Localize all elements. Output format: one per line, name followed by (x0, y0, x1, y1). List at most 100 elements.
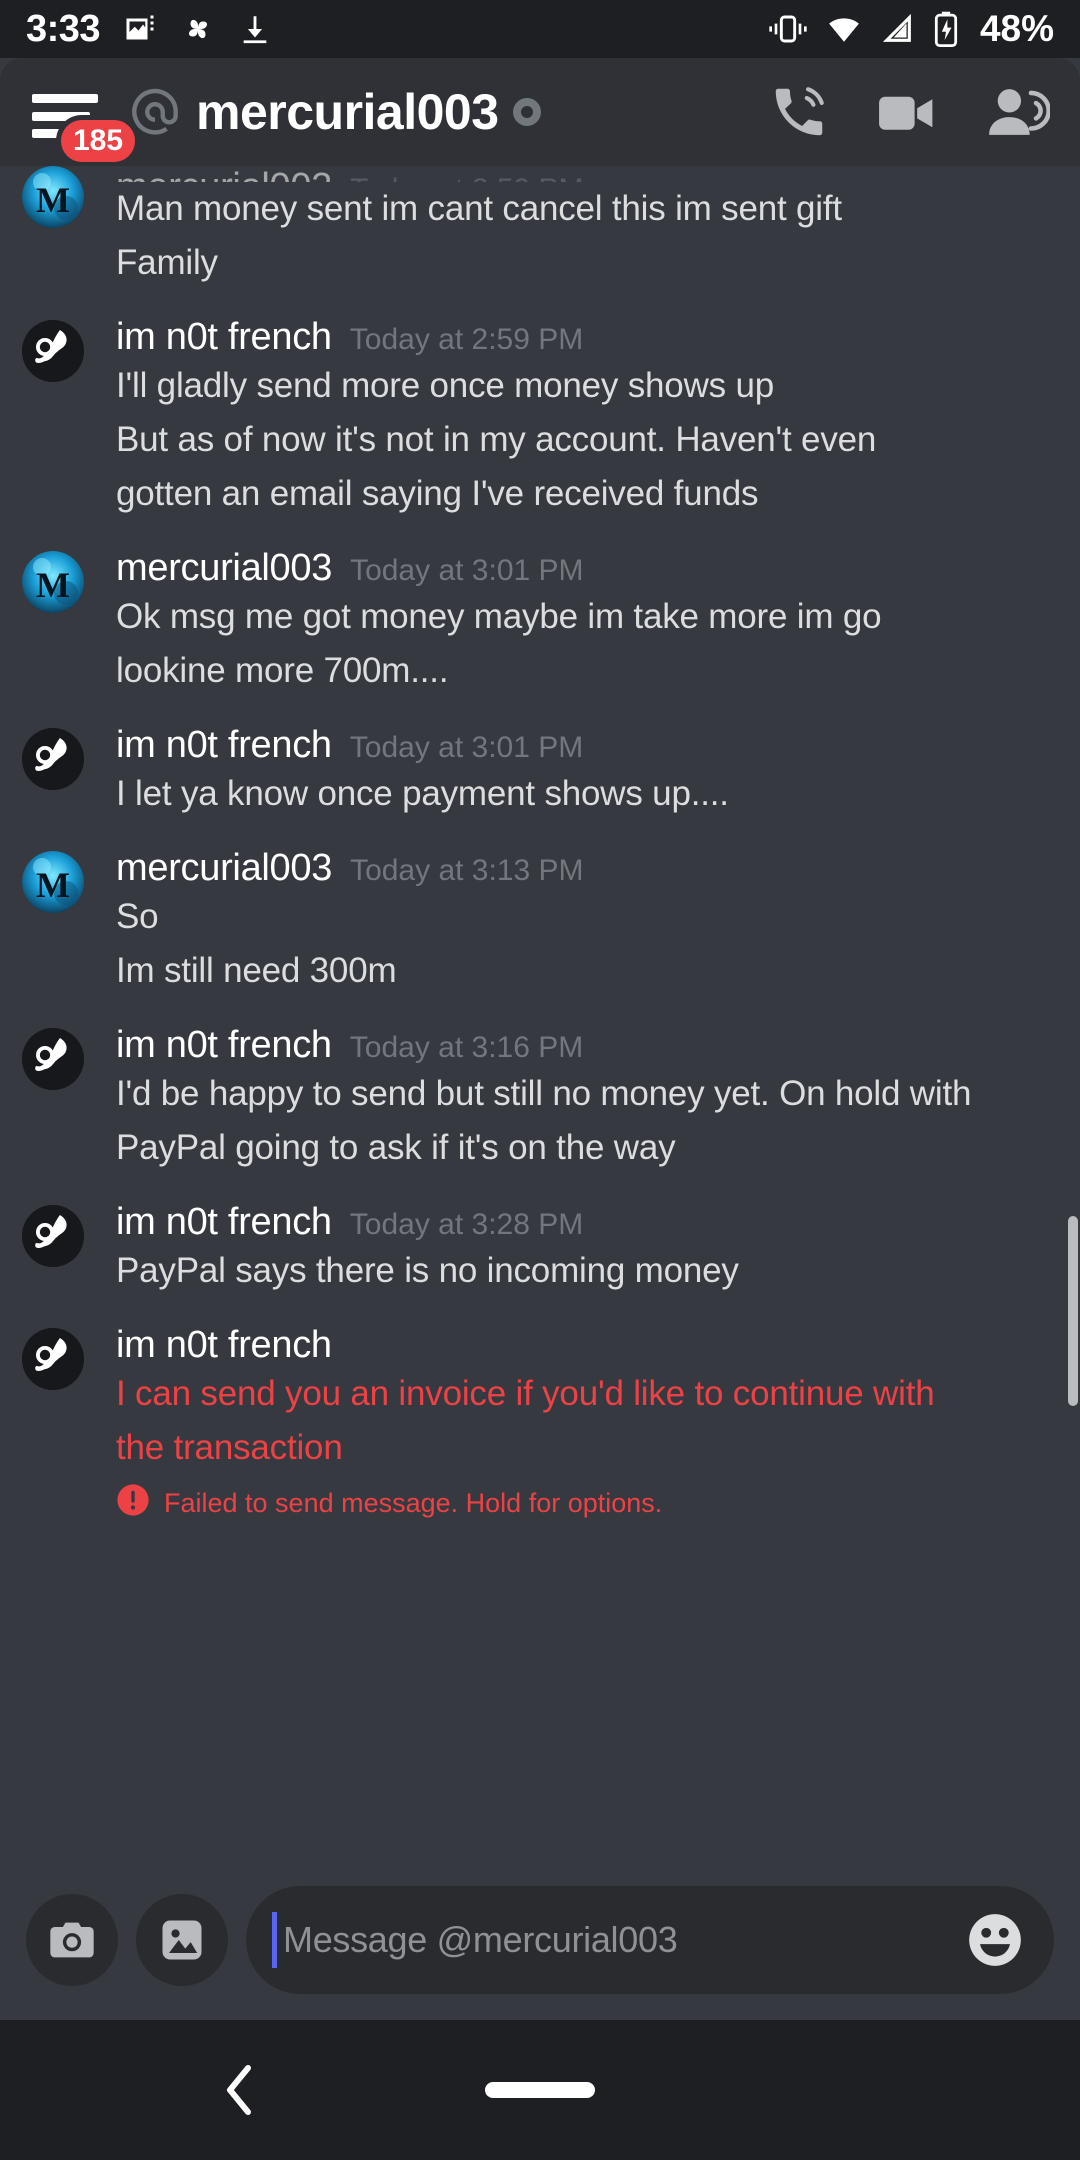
pinwheel-icon (180, 11, 216, 47)
message-text-line: PayPal says there is no incoming money (116, 1251, 739, 1290)
message-item[interactable]: im n0t french Today at 3:01 PM I let ya kn… (0, 698, 1080, 821)
message-author[interactable]: mercurial003 (116, 166, 332, 182)
vibrate-icon (768, 12, 808, 46)
wifi-icon (824, 12, 864, 46)
status-bar-notification-icons (122, 11, 272, 47)
camera-button[interactable] (26, 1894, 118, 1986)
message-header: mercurial003 Today at 2:59 PM (116, 166, 1052, 182)
french-avatar[interactable] (22, 1028, 84, 1090)
message-input[interactable]: Message @mercurial003 (246, 1886, 1054, 1994)
message-text-line: Ok msg me got money maybe im take more i… (116, 597, 882, 636)
message-header: im n0t french Today at 2:59 PM (116, 316, 1052, 359)
french-avatar[interactable] (22, 320, 84, 382)
message-text-line: But as of now it's not in my account. Ha… (116, 420, 877, 459)
svg-text:M: M (36, 180, 70, 220)
message-header: im n0t french (116, 1324, 1052, 1367)
message-text-line: I'll gladly send more once money shows u… (116, 366, 774, 405)
mercurial-avatar[interactable]: M (22, 851, 84, 913)
message-header: im n0t french Today at 3:16 PM (116, 1024, 1052, 1067)
message-header: mercurial003 Today at 3:01 PM (116, 547, 1052, 590)
message-body: mercurial003 Today at 2:59 PM Man money se… (116, 166, 1052, 290)
android-status-bar: 3:33 48% (0, 0, 1080, 58)
discord-dm-screen: 3:33 48% 185 mercurial003 M Man money se… (0, 0, 1080, 2160)
message-text-line: So (116, 897, 159, 936)
battery-charging-icon (932, 11, 960, 47)
download-icon (238, 11, 272, 47)
message-item[interactable]: im n0t french Today at 2:59 PM I'll gladly… (0, 290, 1080, 521)
message-text-line: I can send you an invoice if you'd like … (116, 1374, 935, 1413)
message-header: im n0t french Today at 3:01 PM (116, 724, 1052, 767)
message-input-placeholder: Message @mercurial003 (283, 1919, 678, 1960)
message-author[interactable]: im n0t french (116, 1024, 332, 1067)
message-item[interactable]: Mmercurial003 Today at 3:13 PM So Im still … (0, 821, 1080, 998)
video-call-button[interactable] (874, 81, 940, 143)
message-author[interactable]: mercurial003 (116, 847, 332, 890)
message-author[interactable]: im n0t french (116, 1201, 332, 1244)
french-avatar[interactable] (22, 728, 84, 790)
message-header: im n0t french Today at 3:28 PM (116, 1201, 1052, 1244)
svg-text:M: M (36, 865, 70, 905)
message-body: im n0t french Today at 2:59 PM I'll gladly… (116, 316, 1052, 521)
mercurial-avatar[interactable]: M (22, 166, 84, 228)
message-text-line: PayPal going to ask if it's on the way (116, 1128, 676, 1167)
page-title: mercurial003 (196, 84, 499, 140)
message-author[interactable]: im n0t french (116, 316, 332, 359)
gallery-button[interactable] (136, 1894, 228, 1986)
home-pill[interactable] (485, 2082, 595, 2098)
android-nav-bar (0, 2020, 1080, 2160)
message-list[interactable]: Mmercurial003 Today at 2:59 PM Man money s… (0, 166, 1080, 1860)
header-action-buttons (768, 81, 1050, 143)
screenshot-icon (122, 11, 158, 47)
back-button[interactable] (218, 2060, 262, 2120)
send-failure-notice[interactable]: Failed to send message. Hold for options… (116, 1483, 1052, 1524)
message-body: mercurial003 Today at 3:13 PM So Im still n… (116, 847, 1052, 998)
message-item[interactable]: im n0t french Today at 3:16 PM I'd be happ… (0, 998, 1080, 1175)
error-circle-icon (116, 1483, 150, 1524)
message-item[interactable]: Mmercurial003 Today at 2:59 PM Man money s… (0, 166, 1080, 290)
message-item[interactable]: im n0t french I can send you an invoice i… (0, 1298, 1080, 1524)
svg-text:M: M (36, 565, 70, 605)
message-text-line: gotten an email saying I've received fun… (116, 474, 759, 513)
message-timestamp: Today at 3:13 PM (350, 854, 584, 887)
mercurial-avatar[interactable]: M (22, 551, 84, 613)
message-timestamp: Today at 3:16 PM (349, 1031, 584, 1064)
message-body: im n0t french Today at 3:01 PM I let ya kn… (116, 724, 1052, 821)
message-body: im n0t french Today at 3:16 PM I'd be happ… (116, 1024, 1052, 1175)
message-author[interactable]: mercurial003 (116, 547, 332, 590)
french-avatar[interactable] (22, 1205, 84, 1267)
message-author[interactable]: im n0t french (116, 1324, 332, 1367)
message-author[interactable]: im n0t french (116, 724, 332, 767)
message-timestamp: Today at 2:59 PM (350, 173, 583, 182)
message-timestamp: Today at 3:28 PM (349, 1208, 584, 1241)
voice-call-button[interactable] (768, 81, 830, 143)
status-bar-system-icons: 48% (768, 8, 1054, 50)
add-user-button[interactable] (984, 81, 1050, 143)
message-item[interactable]: Mmercurial003 Today at 3:01 PM Ok msg me g… (0, 521, 1080, 698)
emoji-button[interactable] (964, 1909, 1026, 1971)
message-text-line: I'd be happy to send but still no money … (116, 1074, 972, 1113)
message-input-bar: Message @mercurial003 (0, 1860, 1080, 2020)
text-cursor (272, 1912, 277, 1968)
presence-status-indicator (512, 98, 541, 126)
message-header: mercurial003 Today at 3:13 PM (116, 847, 1052, 890)
message-text-line: I let ya know once payment shows up.... (116, 774, 729, 813)
message-item[interactable]: im n0t french Today at 3:28 PM PayPal says… (0, 1175, 1080, 1298)
battery-percentage: 48% (979, 8, 1054, 49)
message-text-line: Man money sent im cant cancel this im se… (116, 189, 842, 228)
signal-icon (880, 12, 916, 46)
message-timestamp: Today at 3:01 PM (349, 731, 584, 764)
message-timestamp: Today at 3:01 PM (350, 554, 584, 587)
channel-header: 185 mercurial003 (0, 58, 1080, 167)
message-body: im n0t french Today at 3:28 PM PayPal says… (116, 1201, 1052, 1298)
unread-badge: 185 (56, 115, 141, 167)
message-body: mercurial003 Today at 3:01 PM Ok msg me go… (116, 547, 1052, 698)
open-drawer-button[interactable]: 185 (30, 75, 141, 167)
french-avatar[interactable] (22, 1328, 84, 1390)
message-text-line: lookine more 700m.... (116, 651, 449, 690)
message-text-line: Family (116, 243, 218, 282)
message-text-line: the transaction (116, 1428, 343, 1467)
message-timestamp: Today at 2:59 PM (349, 323, 584, 356)
message-body: im n0t french I can send you an invoice i… (116, 1324, 1052, 1524)
scrollbar-thumb[interactable] (1068, 1216, 1078, 1406)
status-bar-clock: 3:33 (26, 7, 101, 50)
